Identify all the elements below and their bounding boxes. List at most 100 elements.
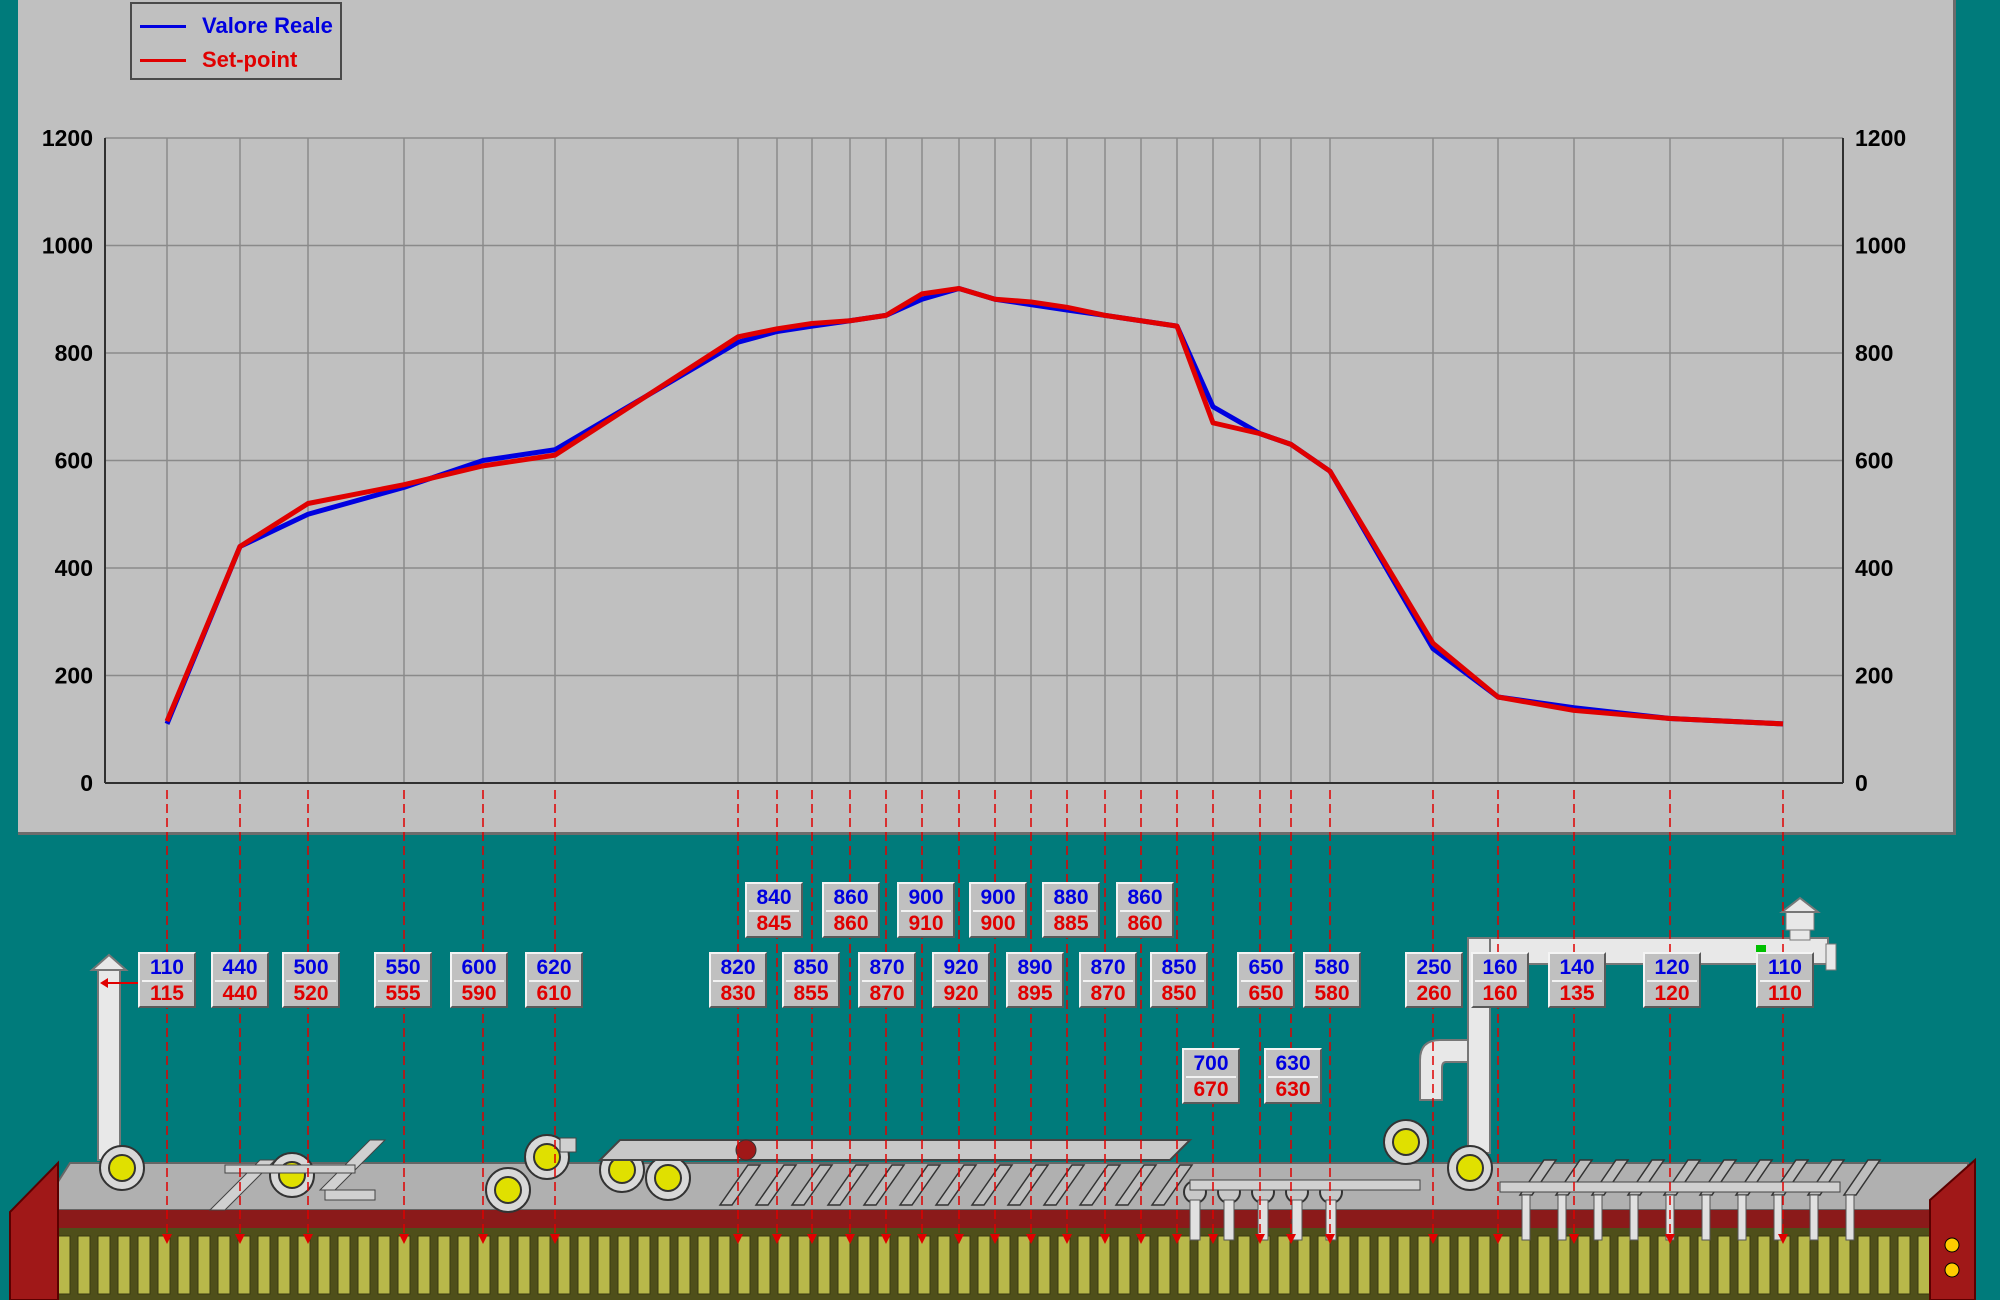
entry-frame bbox=[324, 1189, 376, 1201]
refractory-brick bbox=[1537, 1235, 1551, 1295]
refractory-brick bbox=[1797, 1235, 1811, 1295]
temperature-readout-box[interactable]: 650 650 bbox=[1237, 952, 1295, 1008]
temperature-readout-box[interactable]: 890 895 bbox=[1006, 952, 1064, 1008]
refractory-brick bbox=[917, 1235, 931, 1295]
refractory-brick bbox=[337, 1235, 351, 1295]
temperature-readout-box[interactable]: 110 110 bbox=[1756, 952, 1814, 1008]
temperature-readout-box[interactable]: 860 860 bbox=[1116, 882, 1174, 938]
fan-wheel-icon bbox=[1456, 1154, 1484, 1182]
fan-wheel-icon bbox=[1392, 1128, 1420, 1156]
refractory-brick bbox=[1697, 1235, 1711, 1295]
entry-chimney bbox=[97, 969, 121, 1161]
real-value-label: 860 bbox=[833, 886, 869, 909]
refractory-brick bbox=[977, 1235, 991, 1295]
setpoint-value-label: 855 bbox=[793, 982, 829, 1005]
temperature-readout-box[interactable]: 140 135 bbox=[1548, 952, 1606, 1008]
refractory-brick bbox=[1237, 1235, 1251, 1295]
refractory-brick bbox=[157, 1235, 171, 1295]
refractory-brick bbox=[1757, 1235, 1771, 1295]
temperature-readout-box[interactable]: 120 120 bbox=[1643, 952, 1701, 1008]
temperature-readout-box[interactable]: 110 115 bbox=[138, 952, 196, 1008]
cooling-pipe bbox=[1737, 1194, 1747, 1241]
refractory-brick bbox=[1157, 1235, 1171, 1295]
temperature-readout-box[interactable]: 500 520 bbox=[282, 952, 340, 1008]
refractory-brick bbox=[437, 1235, 451, 1295]
real-value-label: 870 bbox=[1090, 956, 1126, 979]
refractory-brick bbox=[217, 1235, 231, 1295]
temperature-readout-box[interactable]: 250 260 bbox=[1405, 952, 1463, 1008]
temperature-readout-box[interactable]: 160 160 bbox=[1471, 952, 1529, 1008]
refractory-brick bbox=[97, 1235, 111, 1295]
refractory-brick bbox=[137, 1235, 151, 1295]
temperature-readout-box[interactable]: 850 850 bbox=[1150, 952, 1208, 1008]
refractory-brick bbox=[817, 1235, 831, 1295]
refractory-brick bbox=[577, 1235, 591, 1295]
furnace-process-diagram bbox=[9, 790, 1976, 1300]
temperature-readout-box[interactable]: 880 885 bbox=[1042, 882, 1100, 938]
setpoint-value-label: 160 bbox=[1482, 982, 1518, 1005]
refractory-brick bbox=[1017, 1235, 1031, 1295]
fan-wheel-icon bbox=[108, 1154, 136, 1182]
setpoint-value-label: 610 bbox=[536, 982, 572, 1005]
refractory-brick bbox=[1337, 1235, 1351, 1295]
setpoint-value-label: 135 bbox=[1559, 982, 1595, 1005]
refractory-brick bbox=[317, 1235, 331, 1295]
temperature-readout-box[interactable]: 620 610 bbox=[525, 952, 583, 1008]
refractory-brick bbox=[1717, 1235, 1731, 1295]
refractory-brick bbox=[997, 1235, 1011, 1295]
setpoint-value-label: 870 bbox=[869, 982, 905, 1005]
cooling-pipe bbox=[1845, 1194, 1855, 1241]
real-value-label: 820 bbox=[720, 956, 756, 979]
real-value-label: 580 bbox=[1314, 956, 1350, 979]
setpoint-value-label: 260 bbox=[1416, 982, 1452, 1005]
real-value-label: 110 bbox=[150, 956, 184, 979]
real-value-label: 650 bbox=[1248, 956, 1284, 979]
real-value-label: 140 bbox=[1559, 956, 1595, 979]
refractory-brick bbox=[1417, 1235, 1431, 1295]
temperature-readout-box[interactable]: 630 630 bbox=[1264, 1048, 1322, 1104]
refractory-brick bbox=[1257, 1235, 1271, 1295]
temperature-readout-box[interactable]: 840 845 bbox=[745, 882, 803, 938]
temperature-readout-box[interactable]: 440 440 bbox=[211, 952, 269, 1008]
refractory-brick bbox=[1557, 1235, 1571, 1295]
temperature-readout-box[interactable]: 870 870 bbox=[858, 952, 916, 1008]
refractory-brick bbox=[517, 1235, 531, 1295]
temperature-readout-box[interactable]: 580 580 bbox=[1303, 952, 1361, 1008]
furnace-entry-wall bbox=[9, 1160, 59, 1300]
real-value-label: 110 bbox=[1768, 956, 1802, 979]
temperature-readout-box[interactable]: 920 920 bbox=[932, 952, 990, 1008]
refractory-brick bbox=[197, 1235, 211, 1295]
setpoint-value-label: 580 bbox=[1314, 982, 1350, 1005]
refractory-brick bbox=[1677, 1235, 1691, 1295]
refractory-brick bbox=[1097, 1235, 1111, 1295]
temperature-readout-box[interactable]: 900 910 bbox=[897, 882, 955, 938]
setpoint-value-label: 910 bbox=[908, 912, 944, 935]
entry-frame bbox=[224, 1164, 356, 1174]
drive-motor-icon bbox=[735, 1139, 757, 1161]
refractory-brick bbox=[677, 1235, 691, 1295]
real-value-label: 870 bbox=[869, 956, 905, 979]
refractory-brick bbox=[1777, 1235, 1791, 1295]
temperature-readout-box[interactable]: 860 860 bbox=[822, 882, 880, 938]
temperature-readout-box[interactable]: 550 555 bbox=[374, 952, 432, 1008]
real-value-label: 630 bbox=[1275, 1052, 1311, 1075]
temperature-readout-box[interactable]: 700 670 bbox=[1182, 1048, 1240, 1104]
chimney-cap-icon bbox=[89, 953, 129, 971]
refractory-brick bbox=[537, 1235, 551, 1295]
refractory-brick bbox=[1377, 1235, 1391, 1295]
setpoint-value-label: 630 bbox=[1275, 1078, 1311, 1101]
setpoint-value-label: 830 bbox=[720, 982, 756, 1005]
refractory-brick bbox=[177, 1235, 191, 1295]
temperature-readout-box[interactable]: 900 900 bbox=[969, 882, 1027, 938]
refractory-brick bbox=[837, 1235, 851, 1295]
refractory-brick bbox=[1737, 1235, 1751, 1295]
temperature-readout-box[interactable]: 850 855 bbox=[782, 952, 840, 1008]
real-value-label: 120 bbox=[1654, 956, 1690, 979]
refractory-brick bbox=[1837, 1235, 1851, 1295]
refractory-brick bbox=[717, 1235, 731, 1295]
refractory-brick bbox=[1477, 1235, 1491, 1295]
temperature-readout-box[interactable]: 820 830 bbox=[709, 952, 767, 1008]
refractory-brick bbox=[657, 1235, 671, 1295]
temperature-readout-box[interactable]: 870 870 bbox=[1079, 952, 1137, 1008]
temperature-readout-box[interactable]: 600 590 bbox=[450, 952, 508, 1008]
